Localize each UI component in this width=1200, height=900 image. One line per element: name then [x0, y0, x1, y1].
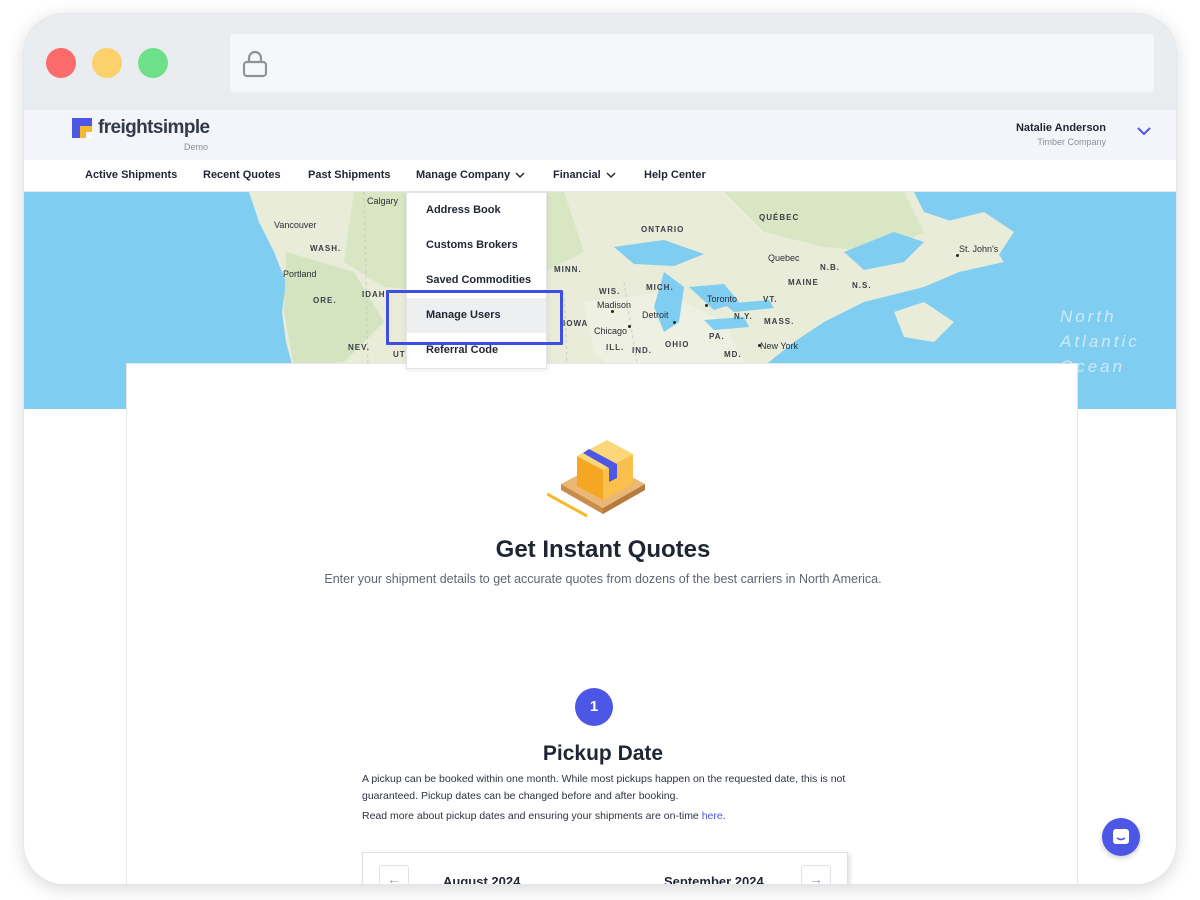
map-region-label: UT: [393, 350, 406, 359]
nav-active-shipments[interactable]: Active Shipments: [85, 169, 177, 181]
map-city-dot: [956, 254, 959, 257]
map-region-label: ORE.: [313, 296, 337, 305]
step-more-end: .: [722, 810, 726, 822]
user-name: Natalie Anderson: [1015, 122, 1106, 134]
hero-title: Get Instant Quotes: [495, 536, 711, 563]
map-region-label: PA.: [709, 332, 725, 341]
chevron-down-icon: [606, 172, 616, 178]
map-city-label: Quebec: [768, 253, 800, 263]
map-region-label: QUÉBEC: [759, 213, 800, 222]
chat-icon: [1113, 829, 1129, 844]
map-city-label: Madison: [597, 300, 632, 310]
calendar-month-label: August 2024: [443, 874, 521, 884]
pickup-dates-link[interactable]: here: [702, 810, 723, 822]
calendar-month-label: September 2024: [664, 874, 764, 884]
map-region-label: OHIO: [665, 340, 690, 349]
quote-card: Get Instant Quotes Enter your shipment d…: [126, 363, 1078, 884]
map-region-label: ONTARIO: [641, 225, 685, 234]
step-more-info: Read more about pickup dates and ensurin…: [362, 810, 852, 822]
date-picker: ← August 2024 September 2024 →: [362, 852, 848, 884]
map-city-dot: [673, 321, 676, 324]
maximize-window-button[interactable]: [138, 48, 168, 78]
map-region-label: MAINE: [788, 278, 819, 287]
map-region-label: WASH.: [310, 244, 342, 253]
map-region-label: N.S.: [852, 281, 872, 290]
map-city-label: Portland: [283, 269, 317, 279]
ocean-label-line: Atlantic: [1060, 332, 1140, 351]
map-city-dot: [628, 325, 631, 328]
map-region-label: MASS.: [764, 317, 795, 326]
map-city-label: New York: [760, 341, 799, 351]
map-city-label: St. John's: [959, 244, 999, 254]
previous-month-button[interactable]: ←: [379, 865, 409, 884]
map-region-label: ILL.: [606, 343, 625, 352]
map-region-label: MD.: [724, 350, 742, 359]
nav-manage-company[interactable]: Manage Company: [416, 169, 525, 181]
map-city-label: Vancouver: [274, 220, 317, 230]
map-region-label: MINN.: [554, 265, 582, 274]
close-window-button[interactable]: [46, 48, 76, 78]
user-company: Timber Company: [1037, 137, 1106, 147]
map-region-label: NEV.: [348, 343, 370, 352]
chat-button[interactable]: [1102, 818, 1140, 856]
step-number-badge: 1: [575, 688, 613, 726]
map-region-label: IND.: [632, 346, 652, 355]
map-region-label: IDAH: [362, 290, 386, 299]
chevron-down-icon[interactable]: [1136, 126, 1152, 136]
address-bar[interactable]: [230, 34, 1154, 92]
minimize-window-button[interactable]: [92, 48, 122, 78]
main-nav: Active Shipments Recent Quotes Past Ship…: [24, 160, 1176, 192]
app-header: freightsimple Demo Natalie Anderson Timb…: [24, 110, 1176, 160]
brand-env-label: Demo: [184, 142, 209, 152]
map-city-dot: [611, 310, 614, 313]
next-month-button[interactable]: →: [801, 865, 831, 884]
pallet-box-icon: [547, 440, 645, 518]
lock-icon: [242, 50, 268, 78]
map-city-label: Toronto: [707, 294, 738, 304]
map-city-dot: [758, 344, 761, 347]
nav-financial-label: Financial: [553, 169, 601, 181]
map-region-label: IOWA: [563, 319, 589, 328]
map-city-label: Calgary: [367, 196, 399, 206]
hero-subtitle: Enter your shipment details to get accur…: [324, 572, 882, 586]
browser-window: freightsimple Demo Natalie Anderson Timb…: [24, 14, 1176, 884]
map-region-label: MICH.: [646, 283, 674, 292]
map-region-label: N.B.: [820, 263, 840, 272]
nav-past-shipments[interactable]: Past Shipments: [308, 169, 391, 181]
map-region-label: VT.: [763, 295, 778, 304]
manage-users-highlight: [386, 290, 563, 345]
brand-name: freightsimple: [98, 117, 210, 138]
map-city-label: Detroit: [642, 310, 669, 320]
step-title: Pickup Date: [542, 742, 664, 765]
nav-recent-quotes[interactable]: Recent Quotes: [203, 169, 281, 181]
map-city-label: Chicago: [594, 326, 628, 336]
menu-item-address-book[interactable]: Address Book: [407, 193, 546, 228]
browser-titlebar: [24, 14, 1176, 110]
nav-manage-company-label: Manage Company: [416, 169, 511, 181]
menu-item-customs-brokers[interactable]: Customs Brokers: [407, 228, 546, 263]
map-region-label: WIS.: [599, 287, 621, 296]
logo-mark-icon: [72, 118, 92, 138]
map-region-label: N.Y.: [734, 312, 753, 321]
step-more-text: Read more about pickup dates and ensurin…: [362, 810, 702, 822]
nav-help-center[interactable]: Help Center: [644, 169, 706, 181]
chevron-down-icon: [515, 172, 525, 178]
user-menu[interactable]: Natalie Anderson Timber Company: [1016, 122, 1106, 147]
nav-financial[interactable]: Financial: [553, 169, 616, 181]
ocean-label-line: North: [1060, 307, 1117, 326]
step-description: A pickup can be booked within one month.…: [362, 773, 846, 802]
map-city-dot: [705, 304, 708, 307]
